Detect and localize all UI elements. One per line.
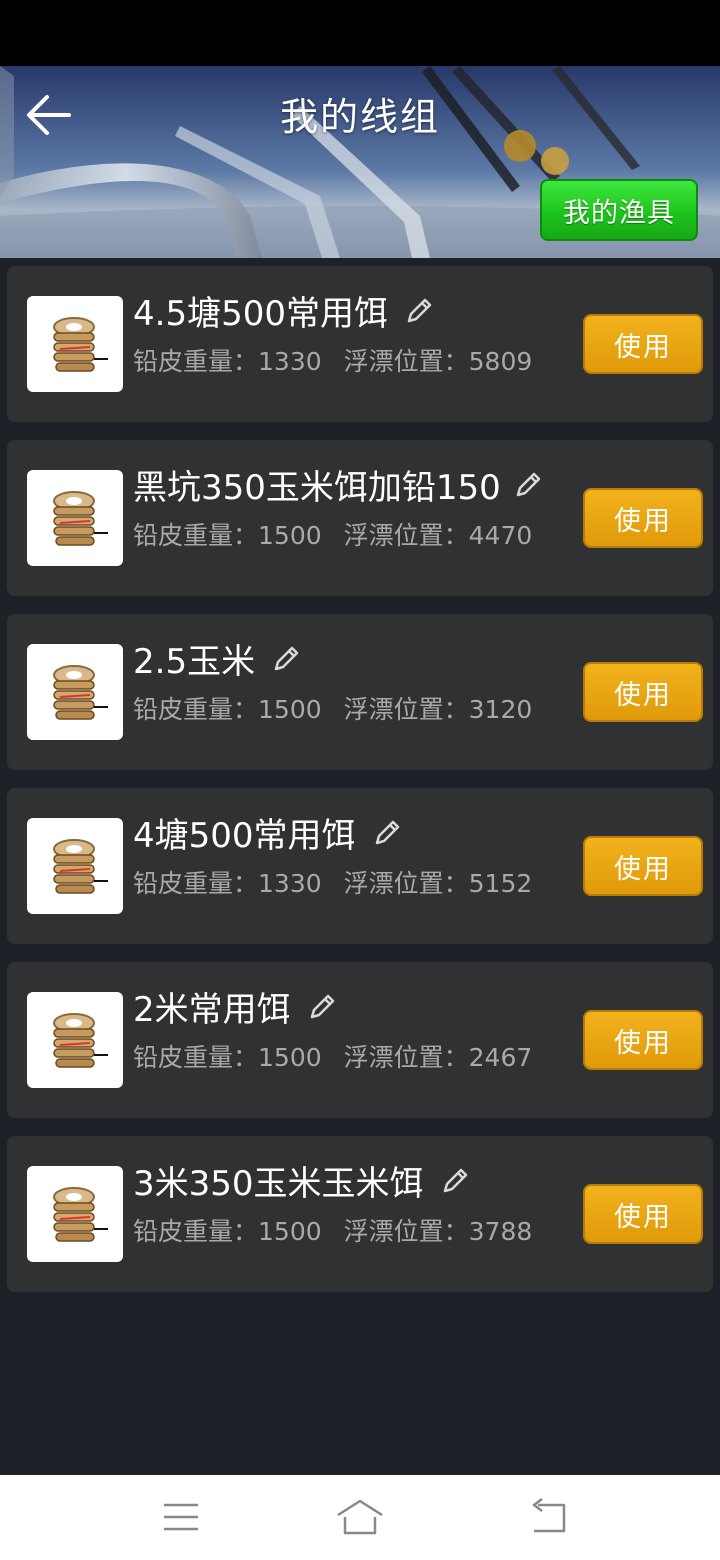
float-position-value: 4470 [468, 521, 533, 550]
line-thumbnail [27, 1166, 123, 1262]
line-card: 黑坑350玉米饵加铅150 铅皮重量：1500 浮漂位置：4470 使用 [7, 440, 713, 596]
header: 我的线组 我的渔具 [0, 66, 720, 258]
use-button[interactable]: 使用 [583, 662, 703, 722]
float-position-value: 2467 [468, 1043, 533, 1072]
sinker-weight-value: 1500 [258, 1043, 322, 1072]
edit-pencil-icon[interactable] [404, 296, 434, 326]
fishing-line-spool-icon [53, 491, 108, 546]
line-name: 黑坑350玉米饵加铅150 [133, 468, 501, 508]
line-name: 3米350玉米玉米饵 [133, 1164, 424, 1204]
sinker-weight-label: 铅皮重量： [133, 695, 259, 724]
use-button[interactable]: 使用 [583, 314, 703, 374]
line-card: 3米350玉米玉米饵 铅皮重量：1500 浮漂位置：3788 使用 [7, 1136, 713, 1292]
float-position-label: 浮漂位置： [343, 1043, 469, 1072]
line-details: 铅皮重量：1500 浮漂位置：3120 [133, 690, 532, 726]
edit-pencil-icon[interactable] [372, 818, 402, 848]
sinker-weight-label: 铅皮重量： [133, 1217, 259, 1246]
float-position-value: 5152 [468, 869, 533, 898]
system-nav-bar [0, 1475, 720, 1560]
line-thumbnail [27, 296, 123, 392]
my-gear-button[interactable]: 我的渔具 [540, 179, 698, 241]
line-details: 铅皮重量：1330 浮漂位置：5809 [133, 342, 532, 378]
use-button[interactable]: 使用 [583, 488, 703, 548]
back-icon[interactable] [524, 1497, 574, 1537]
sinker-weight-value: 1330 [258, 869, 322, 898]
line-card: 2.5玉米 铅皮重量：1500 浮漂位置：3120 使用 [7, 614, 713, 770]
status-bar [0, 0, 720, 66]
line-details: 铅皮重量：1500 浮漂位置：2467 [133, 1038, 532, 1074]
sinker-weight-value: 1500 [258, 695, 322, 724]
line-name: 2米常用饵 [133, 990, 291, 1030]
edit-pencil-icon[interactable] [271, 644, 301, 674]
page-title: 我的线组 [279, 95, 440, 139]
sinker-weight-value: 1330 [258, 347, 322, 376]
sinker-weight-value: 1500 [258, 521, 322, 550]
line-thumbnail [27, 644, 123, 740]
fishing-line-spool-icon [53, 665, 108, 720]
float-position-label: 浮漂位置： [343, 1217, 469, 1246]
menu-icon[interactable] [156, 1497, 206, 1537]
edit-pencil-icon[interactable] [440, 1166, 470, 1196]
line-title: 黑坑350玉米饵加铅150 [133, 460, 543, 509]
use-button[interactable]: 使用 [583, 1010, 703, 1070]
home-icon[interactable] [335, 1497, 385, 1537]
line-name: 4.5塘500常用饵 [133, 294, 388, 334]
edit-pencil-icon[interactable] [307, 992, 337, 1022]
float-position-value: 3788 [468, 1217, 533, 1246]
line-thumbnail [27, 992, 123, 1088]
line-thumbnail [27, 470, 123, 566]
sinker-weight-label: 铅皮重量： [133, 1043, 259, 1072]
use-button[interactable]: 使用 [583, 836, 703, 896]
line-title: 4塘500常用饵 [133, 808, 402, 857]
line-card: 4.5塘500常用饵 铅皮重量：1330 浮漂位置：5809 使用 [7, 266, 713, 422]
fishing-line-spool-icon [53, 317, 108, 372]
line-group-list: 4.5塘500常用饵 铅皮重量：1330 浮漂位置：5809 使用 黑坑350玉… [0, 258, 720, 1475]
edit-pencil-icon[interactable] [513, 470, 543, 500]
line-name: 2.5玉米 [133, 642, 256, 682]
float-position-value: 5809 [468, 347, 533, 376]
sinker-weight-label: 铅皮重量： [133, 347, 259, 376]
line-name: 4塘500常用饵 [133, 816, 356, 856]
fishing-line-spool-icon [53, 839, 108, 894]
float-position-label: 浮漂位置： [343, 347, 469, 376]
line-card: 4塘500常用饵 铅皮重量：1330 浮漂位置：5152 使用 [7, 788, 713, 944]
float-position-label: 浮漂位置： [343, 869, 469, 898]
line-details: 铅皮重量：1330 浮漂位置：5152 [133, 864, 532, 900]
line-title: 2.5玉米 [133, 634, 301, 683]
fishing-line-spool-icon [53, 1187, 108, 1242]
line-title: 4.5塘500常用饵 [133, 286, 434, 335]
float-position-value: 3120 [468, 695, 533, 724]
float-position-label: 浮漂位置： [343, 521, 469, 550]
sinker-weight-value: 1500 [258, 1217, 322, 1246]
line-details: 铅皮重量：1500 浮漂位置：4470 [133, 516, 532, 552]
use-button[interactable]: 使用 [583, 1184, 703, 1244]
sinker-weight-label: 铅皮重量： [133, 521, 259, 550]
float-position-label: 浮漂位置： [343, 695, 469, 724]
line-title: 3米350玉米玉米饵 [133, 1156, 470, 1205]
line-title: 2米常用饵 [133, 982, 337, 1031]
line-thumbnail [27, 818, 123, 914]
fishing-line-spool-icon [53, 1013, 108, 1068]
line-details: 铅皮重量：1500 浮漂位置：3788 [133, 1212, 532, 1248]
sinker-weight-label: 铅皮重量： [133, 869, 259, 898]
line-card: 2米常用饵 铅皮重量：1500 浮漂位置：2467 使用 [7, 962, 713, 1118]
